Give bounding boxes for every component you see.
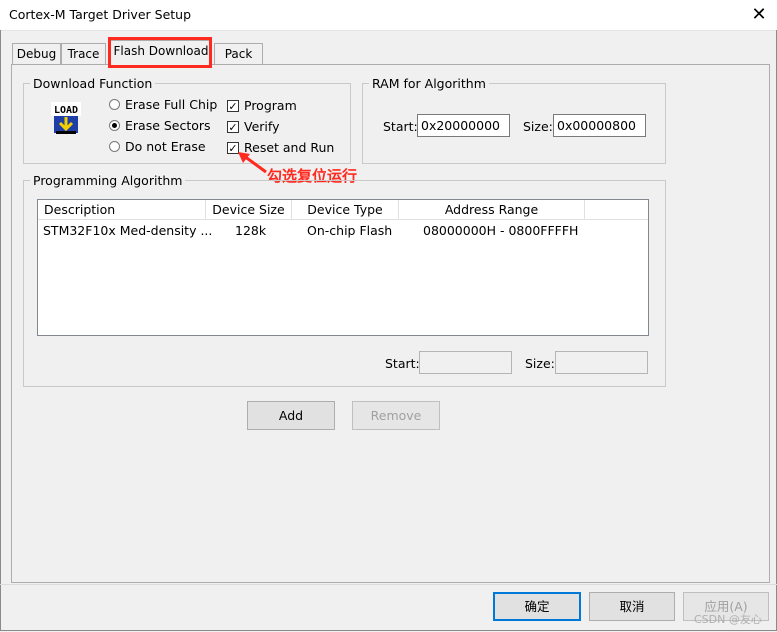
load-icon: LOAD	[48, 100, 84, 136]
download-function-legend: Download Function	[33, 76, 153, 91]
column-header-description[interactable]: Description	[38, 200, 206, 220]
ram-start-label: Start:	[383, 119, 418, 134]
verify-checkbox[interactable]: ✓	[227, 121, 239, 133]
close-icon: ✕	[751, 4, 767, 25]
algorithm-table[interactable]: Description Device Size Device Type Addr…	[37, 199, 649, 336]
algo-start-input[interactable]	[419, 351, 512, 374]
tab-flash-download[interactable]: Flash Download	[110, 40, 212, 66]
tab-trace[interactable]: Trace	[61, 43, 106, 64]
remove-button[interactable]: Remove	[352, 401, 440, 430]
verify-label[interactable]: Verify	[244, 119, 279, 134]
program-label[interactable]: Program	[244, 98, 297, 113]
column-header-device-type[interactable]: Device Type	[292, 200, 399, 220]
cell-device-size: 128k	[235, 223, 267, 238]
erase-full-chip-label[interactable]: Erase Full Chip	[125, 97, 217, 112]
program-checkbox[interactable]: ✓	[227, 100, 239, 112]
algo-start-label: Start:	[385, 356, 420, 371]
window-title: Cortex-M Target Driver Setup	[9, 7, 192, 22]
cell-description: STM32F10x Med-density ...	[43, 223, 213, 238]
ram-start-input[interactable]: 0x20000000	[417, 114, 510, 137]
column-header-address-range[interactable]: Address Range	[399, 200, 585, 220]
column-header-filler	[585, 200, 648, 220]
cancel-button[interactable]: 取消	[589, 592, 675, 621]
close-button[interactable]: ✕	[746, 2, 772, 28]
algo-size-input[interactable]	[555, 351, 648, 374]
ram-size-input[interactable]: 0x00000800	[553, 114, 646, 137]
ram-legend: RAM for Algorithm	[372, 76, 486, 91]
erase-sectors-radio[interactable]	[109, 120, 120, 131]
tab-debug[interactable]: Debug	[12, 43, 61, 64]
cell-device-type: On-chip Flash	[307, 223, 393, 238]
cell-address-range: 08000000H - 0800FFFFH	[423, 223, 579, 238]
tab-pack[interactable]: Pack	[214, 43, 263, 64]
ram-size-label: Size:	[523, 119, 553, 134]
do-not-erase-label[interactable]: Do not Erase	[125, 139, 206, 154]
load-icon-text: LOAD	[54, 105, 78, 116]
watermark: CSDN @友心	[694, 613, 762, 626]
column-header-device-size[interactable]: Device Size	[206, 200, 292, 220]
erase-full-chip-radio[interactable]	[109, 99, 120, 110]
algo-size-label: Size:	[525, 356, 555, 371]
programming-algorithm-legend: Programming Algorithm	[33, 173, 183, 188]
do-not-erase-radio[interactable]	[109, 141, 120, 152]
ok-button[interactable]: 确定	[493, 592, 581, 621]
footer-divider	[0, 584, 777, 585]
erase-sectors-label[interactable]: Erase Sectors	[125, 118, 211, 133]
add-button[interactable]: Add	[247, 401, 335, 430]
table-row[interactable]: STM32F10x Med-density ... 128k On-chip F…	[38, 221, 648, 241]
